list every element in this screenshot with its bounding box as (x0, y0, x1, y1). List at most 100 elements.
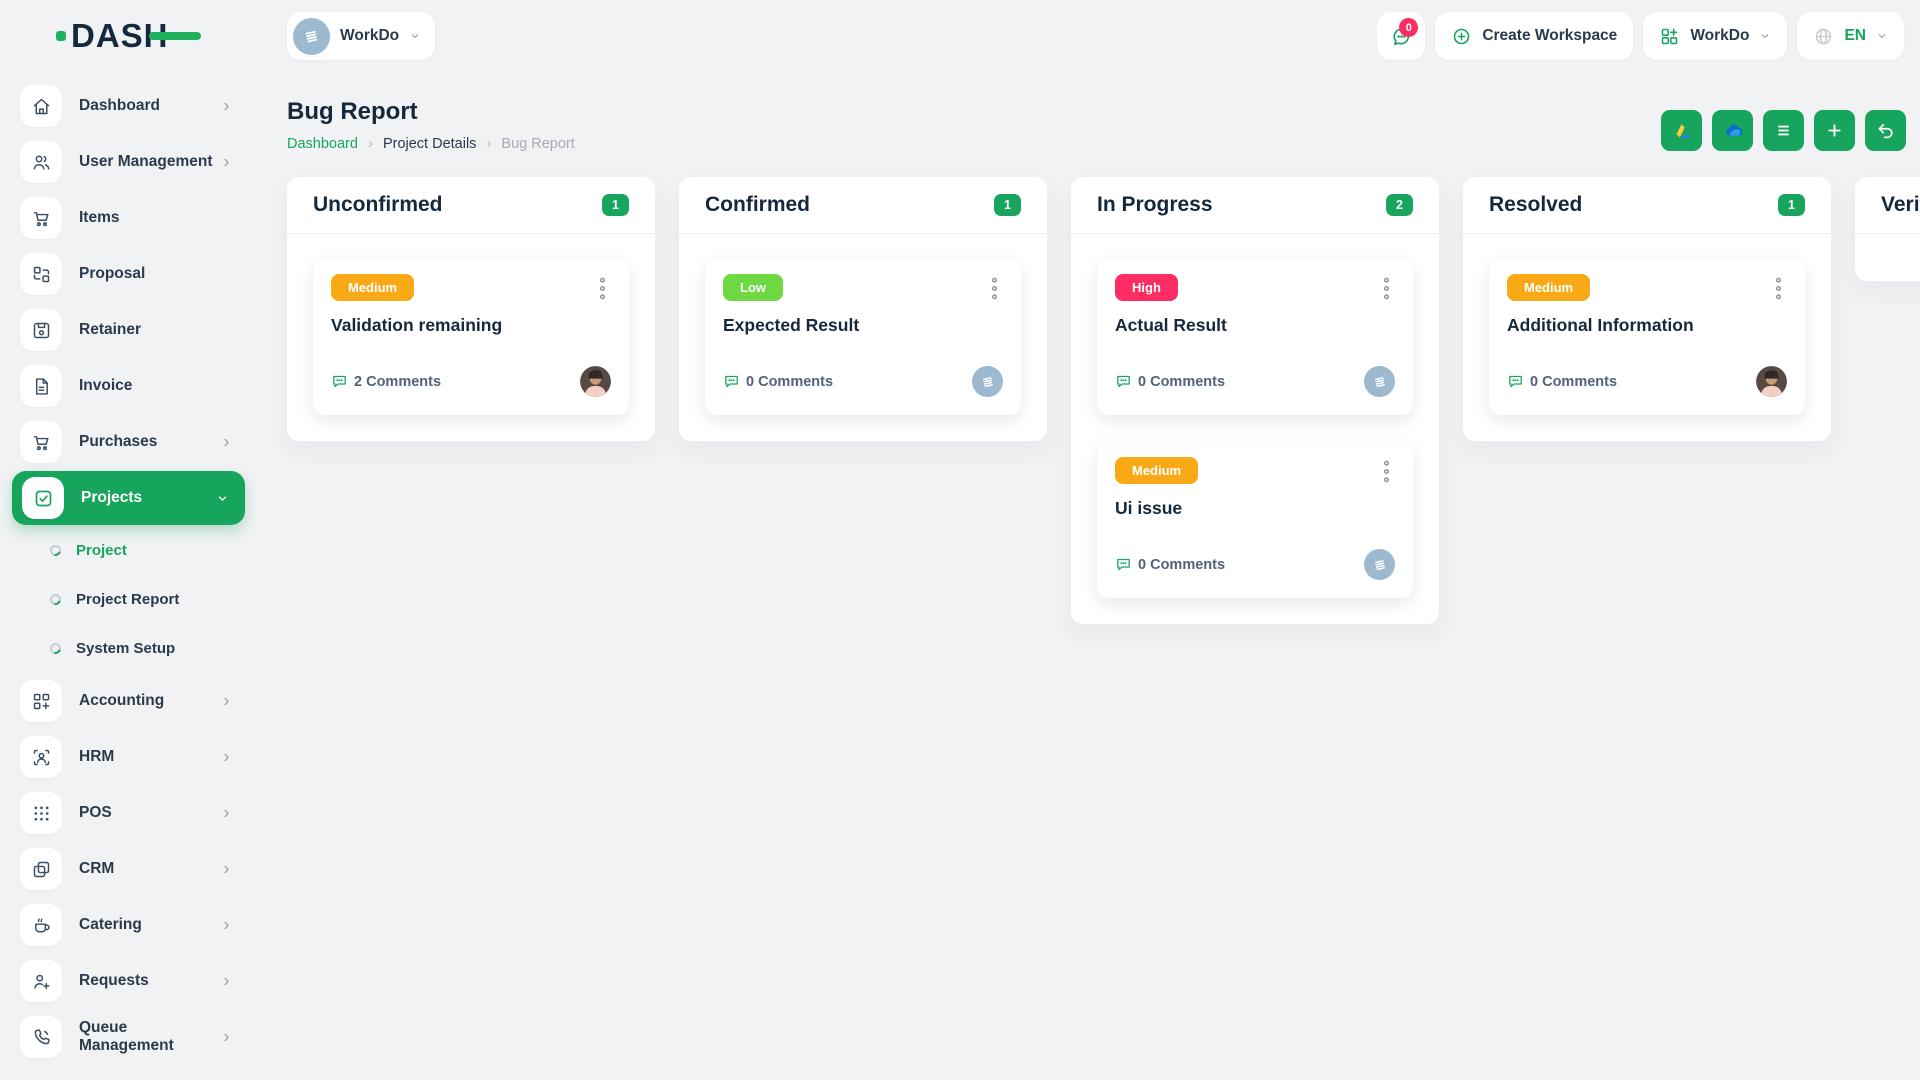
cart-icon (20, 421, 62, 463)
sidebar-item-user-management[interactable]: User Management (0, 134, 257, 190)
messages-button[interactable]: 0 (1377, 12, 1425, 60)
sidebar-item-label: HRM (79, 748, 220, 766)
sidebar-item-catering[interactable]: Catering (0, 897, 257, 953)
copy-icon (20, 848, 62, 890)
sidebar-item-crm[interactable]: CRM (0, 841, 257, 897)
sidebar-subitem-label: Project Report (76, 591, 179, 608)
language-label: EN (1844, 27, 1866, 45)
chevron-right-icon (220, 919, 233, 932)
sidebar-item-label: User Management (79, 153, 220, 171)
sidebar-item-retainer[interactable]: Retainer (0, 302, 257, 358)
breadcrumb-current: Bug Report (501, 136, 574, 152)
card-menu-button[interactable] (1378, 274, 1395, 303)
save-icon (20, 309, 62, 351)
phone-icon (20, 1016, 62, 1058)
workspace-logo (979, 373, 997, 391)
comments-count: 2 Comments (331, 373, 441, 390)
sidebar-item-label: CRM (79, 860, 220, 878)
card-menu-button[interactable] (1378, 457, 1395, 486)
kanban-card[interactable]: Medium Additional Information 0 Comments (1489, 258, 1805, 415)
create-workspace-button[interactable]: Create Workspace (1435, 12, 1633, 60)
kebab-menu-icon (1774, 276, 1783, 301)
chevron-right-icon (220, 100, 233, 113)
logo-dash-icon (149, 32, 201, 40)
breadcrumb-project-details-link[interactable]: Project Details (383, 136, 476, 152)
priority-badge: High (1115, 274, 1178, 301)
card-menu-button[interactable] (594, 274, 611, 303)
back-button[interactable] (1865, 110, 1906, 151)
sidebar-item-requests[interactable]: Requests (0, 953, 257, 1009)
sidebar-item-queue-management[interactable]: Queue Management (0, 1009, 257, 1065)
breadcrumb-dashboard-link[interactable]: Dashboard (287, 136, 358, 152)
card-title: Ui issue (1115, 498, 1395, 519)
sidebar-item-label: Retainer (79, 321, 233, 339)
chevron-right-icon (220, 975, 233, 988)
person-add-icon (20, 960, 62, 1002)
column-title: In Progress (1097, 193, 1213, 217)
sidebar-item-proposal[interactable]: Proposal (0, 246, 257, 302)
sidebar-item-items[interactable]: Items (0, 190, 257, 246)
onedrive-button[interactable] (1712, 110, 1753, 151)
comments-count: 0 Comments (1115, 556, 1225, 573)
add-button[interactable] (1814, 110, 1855, 151)
sidebar-item-projects[interactable]: Projects (12, 471, 245, 525)
card-menu-button[interactable] (1770, 274, 1787, 303)
main-content: Bug Report Dashboard Project Details Bug… (257, 72, 1920, 1080)
app-switcher-button[interactable]: WorkDo (1643, 12, 1787, 60)
workspace-avatar (293, 18, 330, 55)
comments-count: 0 Comments (723, 373, 833, 390)
chevron-right-icon (220, 863, 233, 876)
workspace-logo (1371, 373, 1389, 391)
create-workspace-label: Create Workspace (1482, 27, 1617, 45)
column-title: Unconfirmed (313, 193, 443, 217)
assignee-avatar (580, 366, 611, 397)
assignee-avatar (1364, 366, 1395, 397)
sidebar-item-label: Queue Management (79, 1019, 220, 1055)
app-logo[interactable]: DASH (0, 0, 257, 72)
card-title: Additional Information (1507, 315, 1787, 336)
priority-badge: Medium (1507, 274, 1590, 301)
progress-ring-icon (48, 592, 63, 607)
comment-icon (1507, 373, 1524, 390)
globe-icon (1813, 26, 1834, 47)
logo-dot-icon (56, 31, 66, 41)
kanban-card[interactable]: Low Expected Result 0 Comments (705, 258, 1021, 415)
assignee-avatar (1364, 549, 1395, 580)
kanban-column-in-progress: In Progress 2 High Actual Result 0 Comme… (1071, 177, 1439, 624)
sidebar-item-hrm[interactable]: HRM (0, 729, 257, 785)
sidebar-item-label: Dashboard (79, 97, 220, 115)
card-menu-button[interactable] (986, 274, 1003, 303)
priority-badge: Medium (1115, 457, 1198, 484)
breadcrumb-separator (486, 135, 491, 152)
sidebar-item-accounting[interactable]: Accounting (0, 673, 257, 729)
list-view-button[interactable] (1763, 110, 1804, 151)
sidebar-subitem-project[interactable]: Project (0, 526, 257, 575)
sidebar-item-purchases[interactable]: Purchases (0, 414, 257, 470)
sidebar-item-label: Catering (79, 916, 220, 934)
column-title: Resolved (1489, 193, 1582, 217)
breadcrumb: Dashboard Project Details Bug Report (287, 135, 575, 152)
grid-plus-icon (20, 680, 62, 722)
sidebar-item-invoice[interactable]: Invoice (0, 358, 257, 414)
sidebar-item-label: POS (79, 804, 220, 822)
comments-count: 0 Comments (1507, 373, 1617, 390)
kanban-card[interactable]: High Actual Result 0 Comments (1097, 258, 1413, 415)
kanban-card[interactable]: Medium Ui issue 0 Comments (1097, 441, 1413, 598)
sidebar-item-dashboard[interactable]: Dashboard (0, 78, 257, 134)
card-title: Expected Result (723, 315, 1003, 336)
sidebar: DASH Dashboard User Management Items Pro… (0, 0, 257, 1080)
sidebar-item-label: Items (79, 209, 233, 227)
kanban-card[interactable]: Medium Validation remaining 2 Comments (313, 258, 629, 415)
google-drive-button[interactable] (1661, 110, 1702, 151)
plus-circle-icon (1451, 26, 1472, 47)
workspace-name: WorkDo (340, 27, 399, 45)
sidebar-nav: Dashboard User Management Items Proposal… (0, 72, 257, 1065)
workspace-selector[interactable]: WorkDo (287, 12, 435, 60)
kebab-menu-icon (1382, 276, 1391, 301)
sidebar-subitem-project-report[interactable]: Project Report (0, 575, 257, 624)
page-title: Bug Report (287, 98, 575, 126)
priority-badge: Medium (331, 274, 414, 301)
language-selector[interactable]: EN (1797, 12, 1904, 60)
sidebar-item-pos[interactable]: POS (0, 785, 257, 841)
sidebar-subitem-system-setup[interactable]: System Setup (0, 624, 257, 673)
